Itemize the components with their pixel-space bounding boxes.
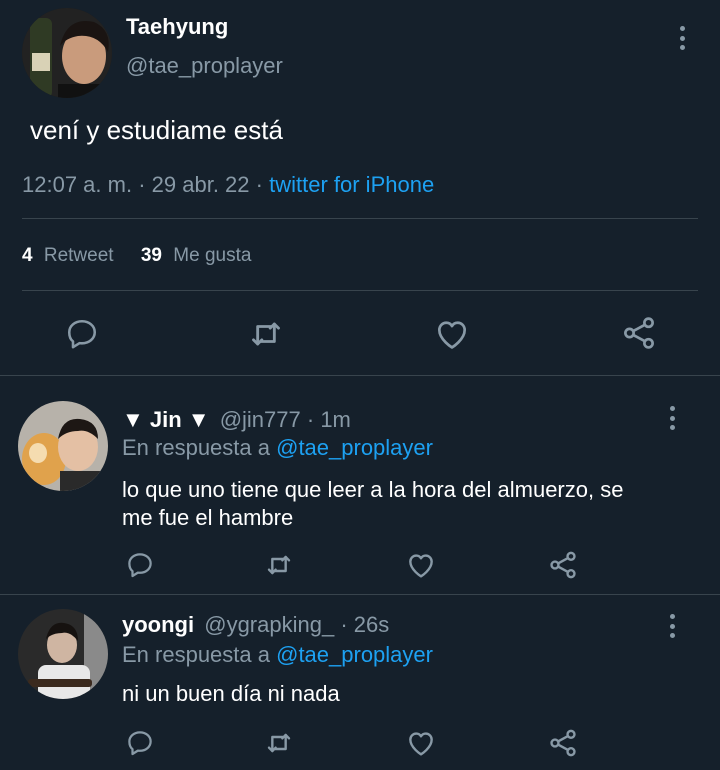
reply-1-reply-prefix: En respuesta a [122,435,270,460]
reply-1-reply-to-link[interactable]: @tae_proplayer [276,435,433,460]
reply-2-reply-icon[interactable] [125,728,155,758]
reply-2-reply-prefix: En respuesta a [122,642,270,667]
reply-2-in-reply-to: En respuesta a @tae_proplayer [122,642,433,668]
main-tweet-meta: 12:07 a. m. · 29 abr. 22 · twitter for i… [22,172,434,198]
divider [0,594,720,595]
meta-separator: · [138,172,146,197]
main-author-name[interactable]: Taehyung [126,14,228,40]
avatar-jin[interactable] [18,401,108,491]
likes-label: Me gusta [173,245,252,266]
reply-1-in-reply-to: En respuesta a @tae_proplayer [122,435,433,461]
reply-1-text-line: me fue el hambre [122,505,294,530]
avatar-yoongi-image [18,609,108,699]
retweets-stat[interactable]: 4 Retweet [22,245,119,266]
avatar-yoongi[interactable] [18,609,108,699]
like-icon[interactable] [433,315,471,353]
main-author-handle[interactable]: @tae_proplayer [126,53,283,79]
reply-1-text: lo que uno tiene que leer a la hora del … [122,476,692,532]
divider [0,375,720,376]
share-icon[interactable] [620,314,658,352]
reply-2-reply-to-link[interactable]: @tae_proplayer [276,642,433,667]
reply-1-handle[interactable]: @jin777 [220,407,301,432]
retweets-count: 4 [22,245,33,266]
main-tweet-time: 12:07 a. m. [22,172,133,197]
avatar-taehyung-image [22,8,112,98]
avatar-taehyung[interactable] [22,8,112,98]
reply-1-more-icon[interactable] [668,406,676,430]
main-tweet-source[interactable]: twitter for iPhone [269,172,434,197]
reply-icon[interactable] [64,316,100,352]
main-tweet-text: vení y estudiame está [30,115,283,145]
reply-1-reply-icon[interactable] [125,550,155,580]
reply-1-like-icon[interactable] [405,549,437,581]
reply-1-share-icon[interactable] [547,549,579,581]
reply-2-like-icon[interactable] [405,727,437,759]
reply-2-header: yoongi @ygrapking_ · 26s [122,612,389,638]
main-tweet-date: 29 abr. 22 [151,172,250,197]
reply-1-text-line: lo que uno tiene que leer a la hora del … [122,477,624,502]
meta-separator: · [255,172,263,197]
reply-2-time: · 26s [340,612,390,637]
divider [22,290,698,291]
reply-2-text-line: ni un buen día ni nada [122,681,340,706]
reply-1-retweet-icon[interactable] [263,549,295,581]
main-tweet-stats: 4 Retweet 39 Me gusta [22,245,251,267]
reply-2-author-name[interactable]: yoongi [122,612,194,637]
reply-2-text: ni un buen día ni nada [122,680,340,708]
divider [22,218,698,219]
likes-count: 39 [140,245,162,266]
reply-2-handle[interactable]: @ygrapking_ [204,612,334,637]
retweet-icon[interactable] [246,314,286,354]
reply-1-header: ▼ Jin ▼ @jin777 · 1m [122,407,351,433]
reply-2-retweet-icon[interactable] [263,727,295,759]
reply-2-share-icon[interactable] [547,727,579,759]
likes-stat[interactable]: 39 Me gusta [141,245,252,266]
reply-1-author-name[interactable]: ▼ Jin ▼ [122,407,210,432]
reply-2-more-icon[interactable] [668,614,676,638]
avatar-jin-image [18,401,108,491]
main-tweet-more-icon[interactable] [678,26,686,50]
retweets-label: Retweet [43,245,114,266]
reply-1-time: · 1m [306,407,351,432]
